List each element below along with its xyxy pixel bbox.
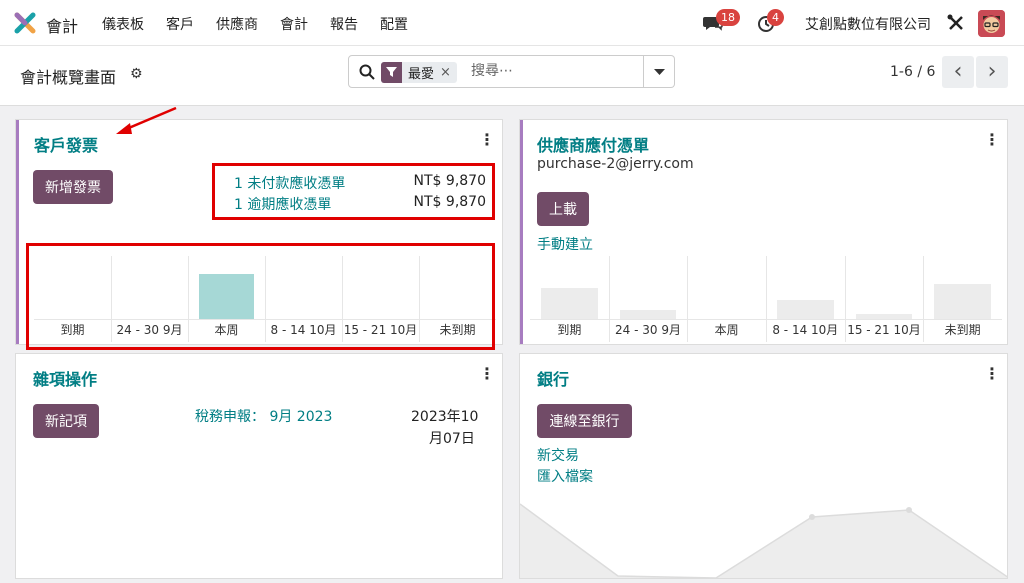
card-title[interactable]: 雜項操作 — [33, 366, 97, 390]
user-avatar[interactable] — [978, 10, 1005, 37]
control-panel: 會計概覽畫面 ⚙ 最愛 × 1-6 / 6 ‹ › — [0, 46, 1024, 106]
vendor-bills-email: purchase-2@jerry.com — [537, 156, 694, 172]
bank-card: 銀行 ⋮ 連線至銀行 新交易 匯入檔案 — [519, 353, 1008, 579]
search-bar[interactable]: 最愛 × — [348, 55, 644, 88]
search-options-toggle[interactable] — [644, 55, 675, 88]
bank-balance-placeholder-graph[interactable] — [520, 494, 1008, 579]
chart-axis-label: 15 - 21 10月 — [847, 323, 921, 337]
annotation-box-chart — [26, 243, 495, 350]
facet-label: 最愛 — [408, 67, 435, 82]
vendor-bills-chart[interactable]: 到期 24 - 30 9月 本周 8 - 14 10月 15 - 21 10月 未到期 — [530, 256, 1002, 342]
card-menu-icon[interactable]: ⋮ — [479, 364, 495, 383]
new-invoice-button[interactable]: 新增發票 — [33, 170, 113, 204]
menu-item-reporting[interactable]: 報告 — [330, 14, 358, 34]
card-menu-icon[interactable]: ⋮ — [479, 130, 495, 149]
chart-bar[interactable] — [541, 288, 598, 320]
card-title[interactable]: 客戶發票 — [34, 132, 98, 156]
chart-baseline — [530, 319, 1002, 320]
app-name[interactable]: 會計 — [46, 13, 78, 37]
tax-deadline-date-line1: 2023年10 — [411, 409, 479, 425]
facet-close-icon[interactable]: × — [440, 65, 457, 80]
chart-axis-label: 8 - 14 10月 — [772, 323, 839, 337]
graph-point — [906, 507, 912, 513]
card-title[interactable]: 供應商應付憑單 — [537, 132, 649, 156]
pager-next-button[interactable]: › — [976, 56, 1008, 88]
chart-bar[interactable] — [934, 284, 991, 320]
card-title[interactable]: 銀行 — [537, 366, 569, 390]
chart-axis-label: 本周 — [714, 323, 739, 337]
caret-down-icon — [654, 69, 665, 75]
menu-item-vendors[interactable]: 供應商 — [216, 14, 258, 34]
menu-item-accounting[interactable]: 會計 — [280, 14, 308, 34]
menu-item-dashboard[interactable]: 儀表板 — [102, 14, 144, 34]
company-switcher[interactable]: 艾創點數位有限公司 — [805, 14, 931, 34]
menu-item-customers[interactable]: 客戶 — [166, 14, 194, 34]
import-file-link[interactable]: 匯入檔案 — [537, 466, 593, 486]
tax-return-link[interactable]: 稅務申報： 9月 2023 — [195, 406, 332, 426]
top-navbar: 會計 儀表板 客戶 供應商 會計 報告 配置 18 4 艾創點數位有限公司 — [0, 0, 1024, 46]
misc-operations-card: 雜項操作 ⋮ 新記項 稅務申報： 9月 2023 2023年10 月07日 — [15, 353, 503, 579]
card-menu-icon[interactable]: ⋮ — [984, 130, 1000, 149]
gear-icon[interactable]: ⚙ — [130, 66, 143, 82]
new-entry-button[interactable]: 新記項 — [33, 404, 99, 438]
page-title: 會計概覽畫面 — [20, 68, 117, 87]
vendor-bills-card: 供應商應付憑單 ⋮ purchase-2@jerry.com 上載 手動建立 到… — [519, 119, 1008, 345]
messages-badge: 18 — [716, 9, 740, 26]
favorite-accent-bar — [520, 120, 523, 344]
chart-axis-label: 24 - 30 9月 — [615, 323, 681, 337]
search-facet-favorites[interactable]: 最愛 × — [381, 62, 457, 83]
chevron-right-icon: › — [987, 59, 997, 84]
chart-axis-label: 到期 — [557, 323, 582, 337]
favorite-accent-bar — [16, 120, 19, 344]
graph-point — [809, 514, 815, 520]
chart-axis-label: 未到期 — [944, 323, 981, 337]
chart-bar[interactable] — [777, 299, 834, 320]
tax-deadline-date-line2: 月07日 — [429, 431, 475, 447]
pager-value[interactable]: 1-6 / 6 — [890, 64, 935, 80]
debug-tools-icon[interactable] — [946, 13, 966, 33]
pager-previous-button[interactable]: ‹ — [942, 56, 974, 88]
connect-bank-button[interactable]: 連線至銀行 — [537, 404, 632, 438]
menu-item-configuration[interactable]: 配置 — [380, 14, 408, 34]
filter-icon — [381, 62, 402, 83]
avatar-face-icon — [978, 10, 1005, 37]
search-icon[interactable] — [359, 64, 375, 80]
new-transaction-link[interactable]: 新交易 — [537, 445, 579, 465]
accounting-app-icon[interactable] — [14, 12, 36, 34]
annotation-arrow-icon — [116, 106, 177, 134]
annotation-box-amounts — [212, 163, 495, 220]
search-input[interactable] — [471, 63, 631, 79]
manual-create-link[interactable]: 手動建立 — [537, 234, 593, 254]
card-menu-icon[interactable]: ⋮ — [984, 364, 1000, 383]
upload-button[interactable]: 上載 — [537, 192, 589, 226]
chevron-left-icon: ‹ — [953, 59, 963, 84]
main-menu: 儀表板 客戶 供應商 會計 報告 配置 — [102, 14, 430, 34]
activity-badge: 4 — [767, 9, 784, 26]
